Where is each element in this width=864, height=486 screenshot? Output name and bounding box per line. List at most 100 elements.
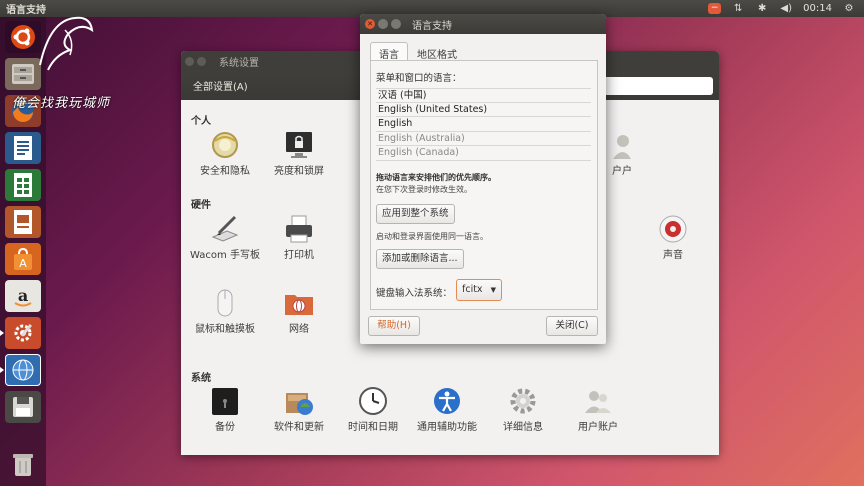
close-button[interactable]: 关闭(C) xyxy=(546,316,598,336)
apply-hint: 启动和登录界面使用同一语言。 xyxy=(376,232,488,241)
launcher-software-center[interactable]: A xyxy=(5,243,41,275)
tile-time-date[interactable]: 时间和日期 xyxy=(335,385,411,435)
power-gear-icon[interactable]: ⚙ xyxy=(842,2,856,15)
input-method-label: 键盘输入法系统： xyxy=(376,288,453,299)
tile-network[interactable]: 网络 xyxy=(261,287,337,337)
volume-icon[interactable]: ◀) xyxy=(779,2,793,15)
tab-language[interactable]: 语言 xyxy=(370,42,408,61)
dialog-minimize-button[interactable] xyxy=(378,19,388,29)
language-list[interactable]: 汉语 (中国) English (United States) English … xyxy=(376,88,591,161)
indicator-area: − ⇅ ✱ ◀) 00:14 ⚙ xyxy=(708,0,856,17)
tile-label: 户户 xyxy=(612,166,632,177)
launcher: A a xyxy=(0,17,46,486)
language-dialog-titlebar[interactable]: ✕ 语言支持 xyxy=(360,14,606,34)
impress-presentation-icon xyxy=(14,210,32,234)
language-row[interactable]: English (Australia) xyxy=(376,132,591,146)
drag-hint: 拖动语言来安排他们的优先顺序。 xyxy=(376,173,496,182)
mouse-icon xyxy=(209,287,241,319)
tile-label: 声音 xyxy=(663,250,683,261)
settings-search-input[interactable] xyxy=(595,77,713,95)
security-privacy-icon xyxy=(209,129,241,161)
clock-icon xyxy=(357,385,389,417)
tile-label: 通用辅助功能 xyxy=(417,422,477,433)
tile-label: Wacom 手写板 xyxy=(190,250,260,261)
amazon-icon: a xyxy=(14,286,32,307)
language-support-dialog: ✕ 语言支持 语言 地区格式 菜单和窗口的语言： 汉语 (中国) English… xyxy=(360,14,606,344)
language-row[interactable]: English xyxy=(376,117,591,132)
input-method-select[interactable]: fcitx ▼ xyxy=(456,279,502,301)
launcher-language-support[interactable] xyxy=(0,354,41,386)
tab-regional-formats[interactable]: 地区格式 xyxy=(408,42,466,61)
launcher-calc[interactable] xyxy=(5,169,41,201)
wacom-tablet-icon xyxy=(209,213,241,245)
tile-brightness-lock[interactable]: 亮度和锁屏 xyxy=(261,129,337,179)
language-row[interactable]: 汉语 (中国) xyxy=(376,88,591,103)
settings-minimize-button[interactable] xyxy=(197,56,206,66)
tile-accessibility[interactable]: 通用辅助功能 xyxy=(409,385,485,435)
language-row[interactable]: English (Canada) xyxy=(376,146,591,161)
svg-text:A: A xyxy=(19,257,27,270)
chevron-down-icon: ▼ xyxy=(490,286,496,294)
settings-tools-icon xyxy=(14,323,33,342)
calc-spreadsheet-icon xyxy=(14,173,32,197)
input-method-value: fcitx xyxy=(462,284,483,295)
tile-mouse-touchpad[interactable]: 鼠标和触摸板 xyxy=(187,287,263,337)
tile-label: 时间和日期 xyxy=(348,422,398,433)
settings-close-button[interactable] xyxy=(185,56,194,66)
section-hardware: 硬件 xyxy=(191,200,211,211)
writer-document-icon xyxy=(14,136,32,160)
tile-label: 鼠标和触摸板 xyxy=(195,324,255,335)
trash-icon xyxy=(13,454,33,476)
section-system: 系统 xyxy=(191,373,211,384)
tile-security-privacy[interactable]: 安全和隐私 xyxy=(187,129,263,179)
running-indicator xyxy=(0,330,4,336)
printer-icon xyxy=(283,213,315,245)
tile-details[interactable]: 详细信息 xyxy=(485,385,561,435)
all-settings-button[interactable]: 全部设置(A) xyxy=(193,78,248,93)
dialog-tabs: 语言 地区格式 xyxy=(370,42,466,61)
details-gear-icon xyxy=(507,385,539,417)
settings-title: 系统设置 xyxy=(219,57,259,69)
network-icon[interactable]: ⇅ xyxy=(731,2,745,15)
tile-label: 详细信息 xyxy=(503,422,543,433)
network-folder-icon xyxy=(283,287,315,319)
help-button[interactable]: 帮助(H) xyxy=(368,316,420,336)
user-accounts-icon xyxy=(582,385,614,417)
floppy-disk-icon xyxy=(13,397,33,417)
bluetooth-icon[interactable]: ✱ xyxy=(755,2,769,15)
lock-screen-icon xyxy=(283,129,315,161)
dialog-title: 语言支持 xyxy=(412,20,452,32)
tile-label: 亮度和锁屏 xyxy=(274,166,324,177)
tile-software-updates[interactable]: 软件和更新 xyxy=(261,385,337,435)
dialog-maximize-button[interactable] xyxy=(391,19,401,29)
shopping-bag-icon: A xyxy=(14,247,32,270)
dialog-close-button[interactable]: ✕ xyxy=(365,19,375,29)
tile-backup[interactable]: 备份 xyxy=(187,385,263,435)
tile-printer[interactable]: 打印机 xyxy=(261,213,337,263)
tile-user-accounts[interactable]: 用户账户 xyxy=(560,385,636,435)
launcher-trash[interactable] xyxy=(5,448,41,480)
stop-indicator-icon[interactable]: − xyxy=(708,3,722,14)
menu-language-label: 菜单和窗口的语言： xyxy=(376,73,462,84)
user-icon xyxy=(611,129,631,161)
apply-system-wide-button[interactable]: 应用到整个系统 xyxy=(376,204,455,224)
language-tab-panel: 菜单和窗口的语言： 汉语 (中国) English (United States… xyxy=(370,60,598,310)
svg-text:a: a xyxy=(18,286,28,305)
launcher-amazon[interactable]: a xyxy=(5,280,41,312)
tile-label: 打印机 xyxy=(284,250,314,261)
clock[interactable]: 00:14 xyxy=(803,3,832,14)
install-remove-languages-button[interactable]: 添加或删除语言... xyxy=(376,249,464,269)
tile-label: 网络 xyxy=(289,324,309,335)
sound-speaker-icon xyxy=(657,213,689,245)
tile-sound[interactable]: 声音 xyxy=(635,213,711,263)
tile-wacom[interactable]: Wacom 手写板 xyxy=(187,213,263,263)
language-row[interactable]: English (United States) xyxy=(376,103,591,117)
tile-label: 用户账户 xyxy=(578,422,618,433)
software-updates-icon xyxy=(283,385,315,417)
watermark-text: 俺会找我玩城师 xyxy=(12,96,111,111)
launcher-writer[interactable] xyxy=(5,132,41,164)
language-globe-icon xyxy=(12,359,34,381)
launcher-impress[interactable] xyxy=(5,206,41,238)
launcher-system-settings[interactable] xyxy=(0,317,41,349)
launcher-save-drive[interactable] xyxy=(5,391,41,423)
